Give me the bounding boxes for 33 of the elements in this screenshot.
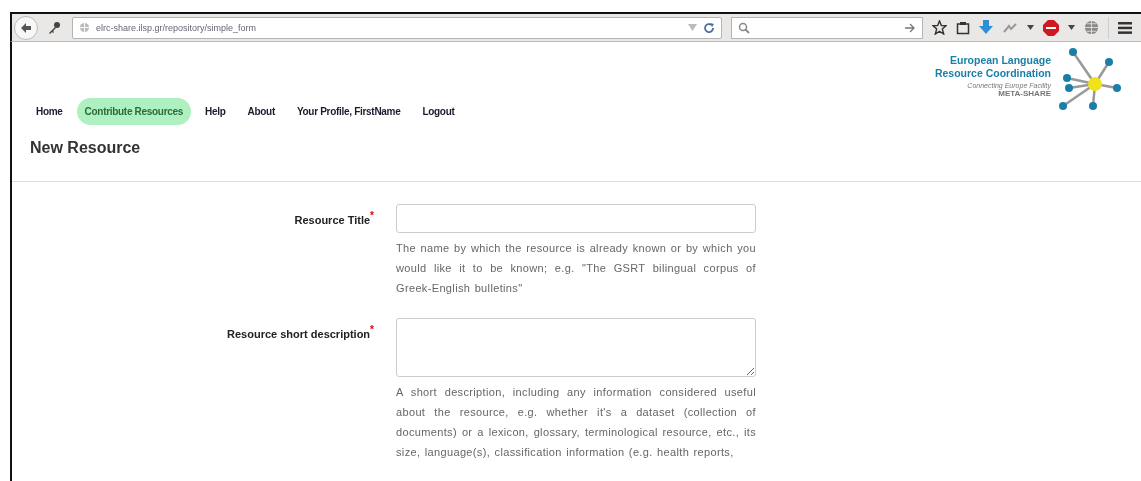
input-field[interactable] xyxy=(396,204,756,233)
logo-title: European Language xyxy=(950,54,1051,67)
logo-title: Resource Coordination xyxy=(934,67,1051,80)
globe-icon xyxy=(79,22,90,33)
key-icon[interactable] xyxy=(47,20,61,35)
back-arrow-icon xyxy=(20,21,32,34)
globe-icon[interactable] xyxy=(1084,20,1099,35)
caret-icon[interactable] xyxy=(1068,25,1075,30)
nav-link[interactable]: Your Profile, FirstName xyxy=(288,98,409,125)
nav-link[interactable]: Logout xyxy=(414,98,463,125)
back-button[interactable] xyxy=(14,15,38,40)
address-bar[interactable]: elrc-share.ilsp.gr/repository/simple_form xyxy=(72,16,722,39)
adblock-icon[interactable] xyxy=(1043,19,1059,36)
reload-icon[interactable] xyxy=(703,21,715,34)
url-text: elrc-share.ilsp.gr/repository/simple_form xyxy=(96,22,257,33)
page-title: New Resource xyxy=(30,139,142,157)
download-icon[interactable] xyxy=(979,20,993,35)
arrow-icon[interactable] xyxy=(905,22,916,33)
star-icon[interactable] xyxy=(932,20,947,35)
search-field[interactable] xyxy=(731,16,923,39)
help-text: The name by which the resource is already known or by which you would like it to be known; e.g. "The GSRT bilingual corpus of Greek-English bulletins" xyxy=(396,241,756,296)
caret-icon[interactable] xyxy=(1027,25,1034,30)
nav-link[interactable]: About xyxy=(239,98,283,125)
help-text: A short description, including any information considered useful about the resource, e.g. whether it's a dataset (collection of documents) or a lexicon, glossary, terminological resource, etc., its size, language(s), classification information (e.g. health reports, xyxy=(396,385,756,460)
search-icon xyxy=(738,21,750,34)
nav-link[interactable]: Help xyxy=(197,98,234,125)
logo-brand: META-SHARE xyxy=(998,89,1051,98)
nav-link[interactable]: Contribute Resources xyxy=(76,98,192,125)
network-logo-icon xyxy=(1057,48,1121,112)
clipboard-icon[interactable] xyxy=(956,20,970,35)
textarea-field[interactable] xyxy=(396,318,756,377)
nav-link[interactable]: Home xyxy=(28,98,71,125)
menu-icon[interactable] xyxy=(1118,21,1132,34)
